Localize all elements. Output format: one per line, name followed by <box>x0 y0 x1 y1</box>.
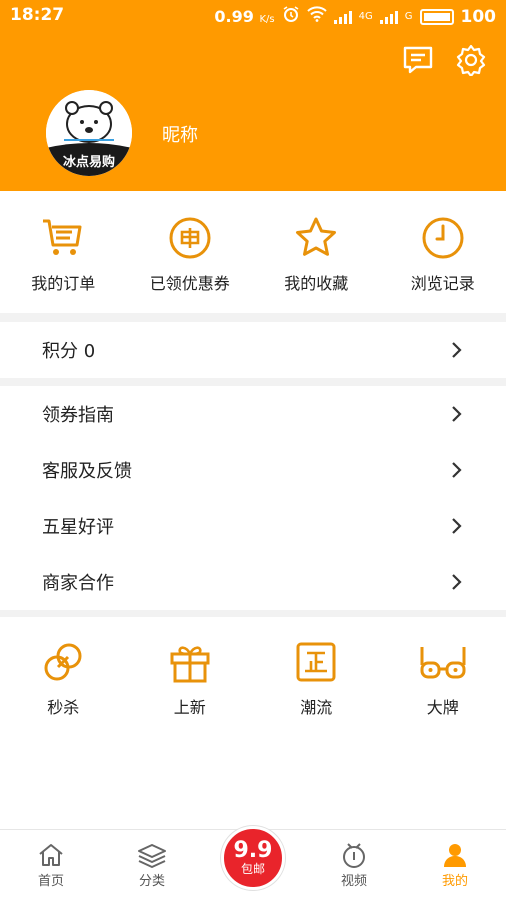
chevron-right-icon <box>450 462 464 478</box>
wifi-icon <box>306 6 327 27</box>
coupon-icon <box>169 217 211 259</box>
menu-section: 领券指南 客服及反馈 五星好评 商家合作 <box>0 386 506 610</box>
avatar[interactable]: 冰点易购 <box>46 90 132 176</box>
menu-row-label: 商家合作 <box>42 573 114 594</box>
home-icon <box>39 844 63 866</box>
menu-row-coupon-guide[interactable]: 领券指南 <box>0 386 506 442</box>
gear-icon[interactable] <box>454 43 488 77</box>
nav-video[interactable]: 视频 <box>319 830 389 900</box>
promo-label: 秒杀 <box>47 698 80 717</box>
menu-row-feedback[interactable]: 客服及反馈 <box>0 442 506 498</box>
menu-row-label: 客服及反馈 <box>42 461 132 482</box>
battery-icon <box>419 8 454 25</box>
avatar-logo-text: 冰点易购 <box>62 155 115 170</box>
clock-icon <box>422 217 464 259</box>
my-orders-button[interactable]: 我的订单 <box>0 215 127 294</box>
free-shipping-button[interactable]: 9.9 包邮 <box>221 826 285 890</box>
nav-label: 首页 <box>37 874 64 889</box>
nav-home[interactable]: 首页 <box>16 830 86 900</box>
chevron-right-icon <box>450 342 464 358</box>
quick-action-label: 我的订单 <box>31 274 96 293</box>
promo-label: 大牌 <box>426 698 459 717</box>
promo-trend[interactable]: 潮流 <box>253 639 380 718</box>
points-section: 积分 0 <box>0 322 506 378</box>
video-icon <box>343 843 365 868</box>
quick-actions: 我的订单 已领优惠券 我的收藏 浏览记录 <box>0 191 506 313</box>
nav-mine[interactable]: 我的 <box>420 830 490 900</box>
star-icon <box>296 217 337 256</box>
menu-row-label: 五星好评 <box>42 517 114 538</box>
chevron-right-icon <box>450 518 464 534</box>
cart-icon <box>43 219 82 255</box>
chevron-right-icon <box>450 574 464 590</box>
menu-row-business[interactable]: 商家合作 <box>0 554 506 610</box>
zheng-icon <box>296 642 336 682</box>
chevron-right-icon <box>450 406 464 422</box>
menu-row-label: 领券指南 <box>42 405 114 426</box>
status-time: 18:27 <box>10 5 65 25</box>
center-button-label: 包邮 <box>240 862 265 876</box>
quick-action-label: 我的收藏 <box>284 274 349 293</box>
coupons-button[interactable]: 已领优惠券 <box>127 215 254 294</box>
profile-header: 18:27 0.99 K/s 4G G 100 冰点易购 昵称 <box>0 0 506 191</box>
glasses-icon <box>420 647 466 679</box>
center-button-price: 9.9 <box>233 838 273 863</box>
network-speed: 0.99 K/s <box>214 7 275 26</box>
status-bar: 18:27 0.99 K/s 4G G 100 <box>0 0 506 32</box>
promo-flash-sale[interactable]: 秒杀 <box>0 639 127 718</box>
promo-label: 潮流 <box>300 698 333 717</box>
battery-level: 100 <box>460 6 497 27</box>
promo-section: 秒杀 上新 潮流 大牌 <box>0 617 506 829</box>
signal-icon <box>333 10 352 24</box>
layers-icon <box>138 844 166 868</box>
favorites-button[interactable]: 我的收藏 <box>253 215 380 294</box>
promo-label: 上新 <box>173 698 206 717</box>
quick-action-label: 浏览记录 <box>410 274 475 293</box>
nav-label: 分类 <box>138 874 165 889</box>
network-type-g: G <box>404 11 413 22</box>
points-label: 积分 0 <box>42 341 96 362</box>
nav-category[interactable]: 分类 <box>117 830 187 900</box>
nav-label: 我的 <box>441 874 468 889</box>
promo-big-brand[interactable]: 大牌 <box>380 639 506 718</box>
quick-action-label: 已领优惠券 <box>149 274 230 293</box>
alarm-icon <box>282 5 300 28</box>
network-type-4g: 4G <box>358 11 373 22</box>
points-row[interactable]: 积分 0 <box>0 322 506 378</box>
nickname[interactable]: 昵称 <box>162 121 198 147</box>
message-icon[interactable] <box>401 43 435 77</box>
promo-new-arrivals[interactable]: 上新 <box>127 639 254 718</box>
menu-row-rating[interactable]: 五星好评 <box>0 498 506 554</box>
bottom-nav: 首页 分类 9.9 包邮 视频 我的 <box>0 826 506 900</box>
link-icon <box>44 643 82 681</box>
nav-label: 视频 <box>340 874 367 889</box>
user-icon <box>444 844 466 867</box>
gift-icon <box>170 646 210 683</box>
history-button[interactable]: 浏览记录 <box>380 215 506 294</box>
status-indicators: 0.99 K/s 4G G 100 <box>214 5 496 28</box>
signal-icon-2 <box>379 10 398 24</box>
